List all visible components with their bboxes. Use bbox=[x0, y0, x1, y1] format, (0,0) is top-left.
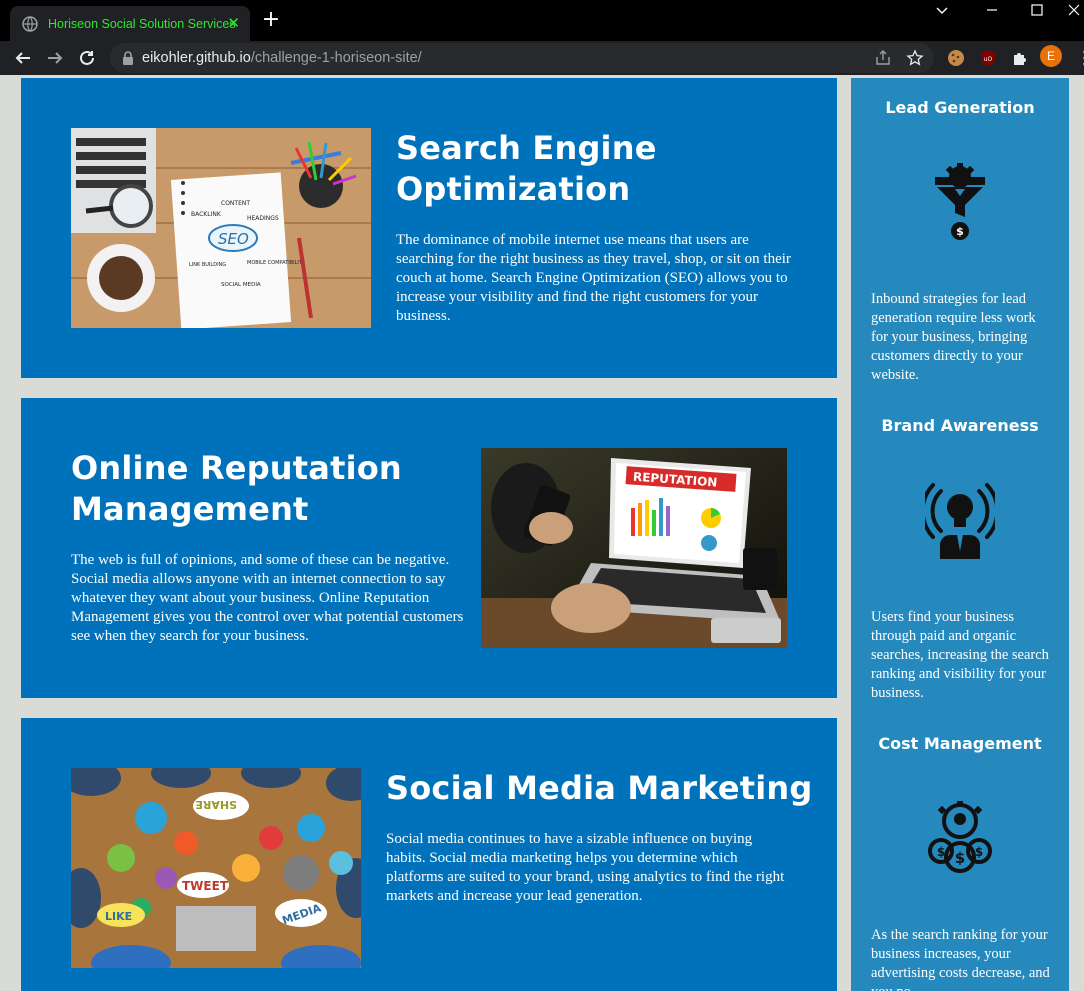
browser-tab[interactable]: Horiseon Social Solution Services ✕ bbox=[10, 6, 250, 41]
smm-body: Social media continues to have a sizable… bbox=[386, 831, 785, 904]
close-window-icon[interactable] bbox=[1066, 2, 1082, 24]
smm-title: Social Media Marketing bbox=[386, 769, 813, 807]
seo-image-word: CONTENT bbox=[221, 200, 250, 207]
smm-image-word: SHARE bbox=[195, 798, 237, 811]
reload-icon[interactable] bbox=[75, 46, 99, 70]
orm-body: The web is full of opinions, and some of… bbox=[71, 552, 464, 644]
benefit-title: Lead Generation bbox=[885, 98, 1035, 117]
funnel-gear-dollar-icon: $ bbox=[925, 163, 995, 243]
cookie-extension-icon[interactable] bbox=[945, 47, 967, 69]
bookmark-star-icon[interactable] bbox=[906, 49, 924, 67]
orm-title: Online Reputation Management bbox=[71, 448, 491, 530]
orm-image: REPUTATION bbox=[481, 448, 787, 648]
orm-title-line1: Online Reputation bbox=[71, 449, 402, 487]
extensions-puzzle-icon[interactable] bbox=[1009, 47, 1031, 69]
seo-title-line2: Optimization bbox=[396, 170, 631, 208]
seo-image-word: BACKLINK bbox=[191, 211, 222, 218]
close-tab-icon[interactable]: ✕ bbox=[227, 14, 240, 32]
lock-icon[interactable] bbox=[122, 51, 134, 65]
page-content: CONTENT BACKLINK HEADINGS SEO LINK BUILD… bbox=[0, 75, 1084, 991]
seo-image-word: MOBILE COMPATIBILITY bbox=[247, 260, 306, 266]
ublock-shield-icon[interactable]: uO bbox=[977, 47, 999, 69]
browser-titlebar: Horiseon Social Solution Services ✕ + bbox=[0, 0, 1084, 41]
seo-image-word: SOCIAL MEDIA bbox=[221, 282, 261, 288]
svg-text:$: $ bbox=[956, 225, 964, 238]
benefit-body: As the search ranking for your business … bbox=[871, 927, 1050, 991]
menu-dots-icon[interactable] bbox=[1074, 47, 1084, 69]
svg-text:uO: uO bbox=[984, 56, 993, 63]
lightbulb-person-icon bbox=[920, 481, 1000, 561]
smm-image-word: TWEET bbox=[182, 879, 229, 893]
tab-search-icon[interactable] bbox=[934, 2, 950, 24]
benefits-sidebar: Lead Generation $ Inbound strategies for… bbox=[851, 78, 1069, 991]
back-arrow-icon[interactable] bbox=[11, 46, 35, 70]
orm-section: Online Reputation Management The web is … bbox=[21, 398, 837, 698]
new-tab-button[interactable]: + bbox=[259, 8, 283, 32]
url-host: eikohler.github.io bbox=[142, 50, 251, 66]
profile-avatar[interactable]: E bbox=[1040, 45, 1062, 67]
seo-title-line1: Search Engine bbox=[396, 129, 657, 167]
seo-image-word: SEO bbox=[218, 230, 249, 248]
seo-section: CONTENT BACKLINK HEADINGS SEO LINK BUILD… bbox=[21, 78, 837, 378]
smm-image: SHARE TWEET LIKE MEDIA bbox=[71, 768, 361, 968]
benefit-title: Brand Awareness bbox=[881, 416, 1039, 435]
gear-person-coins-icon: $ $ $ bbox=[925, 799, 995, 879]
smm-image-word: LIKE bbox=[105, 910, 132, 923]
benefit-body: Users find your business through paid an… bbox=[871, 609, 1049, 701]
forward-arrow-icon[interactable] bbox=[43, 46, 67, 70]
svg-text:$: $ bbox=[975, 845, 983, 859]
globe-icon bbox=[22, 15, 38, 32]
browser-toolbar: eikohler.github.io/challenge-1-horiseon-… bbox=[0, 41, 1084, 75]
seo-title: Search Engine Optimization bbox=[396, 128, 796, 210]
seo-image-word: LINK BUILDING bbox=[189, 262, 226, 268]
orm-title-line2: Management bbox=[71, 490, 309, 528]
svg-text:$: $ bbox=[937, 845, 945, 859]
url-path: /challenge-1-horiseon-site/ bbox=[250, 50, 422, 66]
minimize-icon[interactable] bbox=[984, 2, 1000, 24]
seo-image: CONTENT BACKLINK HEADINGS SEO LINK BUILD… bbox=[71, 128, 371, 328]
seo-image-word: HEADINGS bbox=[247, 215, 279, 222]
svg-text:$: $ bbox=[955, 849, 965, 867]
smm-section: SHARE TWEET LIKE MEDIA Social Media Mark… bbox=[21, 718, 837, 991]
address-bar[interactable]: eikohler.github.io/challenge-1-horiseon-… bbox=[110, 43, 934, 73]
benefit-body: Inbound strategies for lead generation r… bbox=[871, 291, 1036, 383]
benefit-title: Cost Management bbox=[878, 734, 1042, 753]
maximize-icon[interactable] bbox=[1029, 2, 1045, 24]
seo-body: The dominance of mobile internet use mea… bbox=[396, 232, 791, 324]
tab-title: Horiseon Social Solution Services bbox=[48, 16, 236, 31]
share-icon[interactable] bbox=[874, 49, 892, 67]
